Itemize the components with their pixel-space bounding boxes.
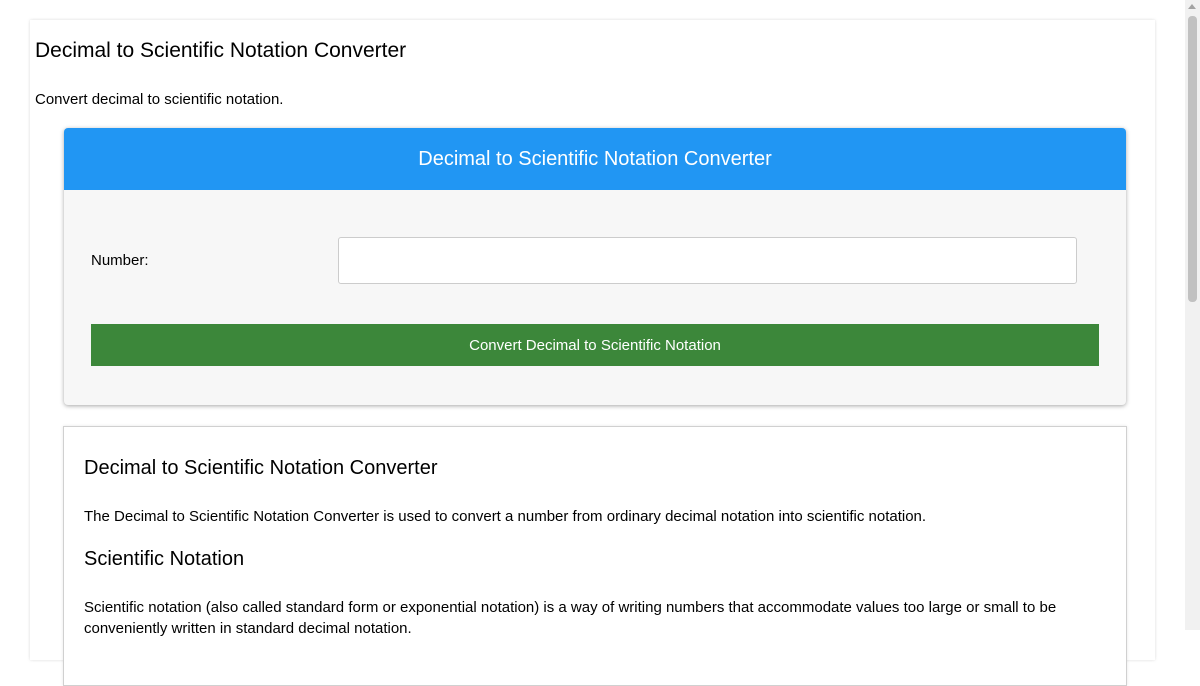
info-section-title: Scientific Notation xyxy=(84,548,245,570)
info-card: Decimal to Scientific Notation Converter… xyxy=(63,426,1127,686)
page-subtitle: Convert decimal to scientific notation. xyxy=(35,91,284,108)
number-label: Number: xyxy=(91,252,149,269)
convert-button[interactable]: Convert Decimal to Scientific Notation xyxy=(91,324,1099,366)
calculator-card: Decimal to Scientific Notation Converter… xyxy=(64,128,1126,405)
scroll-up-icon[interactable] xyxy=(1188,4,1196,9)
info-title: Decimal to Scientific Notation Converter xyxy=(84,457,438,479)
number-input[interactable] xyxy=(338,237,1077,284)
page-scrollbar[interactable] xyxy=(1185,0,1200,630)
info-section-text: Scientific notation (also called standar… xyxy=(84,599,1057,637)
info-intro: The Decimal to Scientific Notation Conve… xyxy=(84,508,927,525)
page-title: Decimal to Scientific Notation Converter xyxy=(35,39,407,62)
scrollbar-thumb[interactable] xyxy=(1188,16,1197,302)
calculator-header: Decimal to Scientific Notation Converter xyxy=(64,128,1126,190)
page-container: Decimal to Scientific Notation Converter… xyxy=(30,20,1155,686)
